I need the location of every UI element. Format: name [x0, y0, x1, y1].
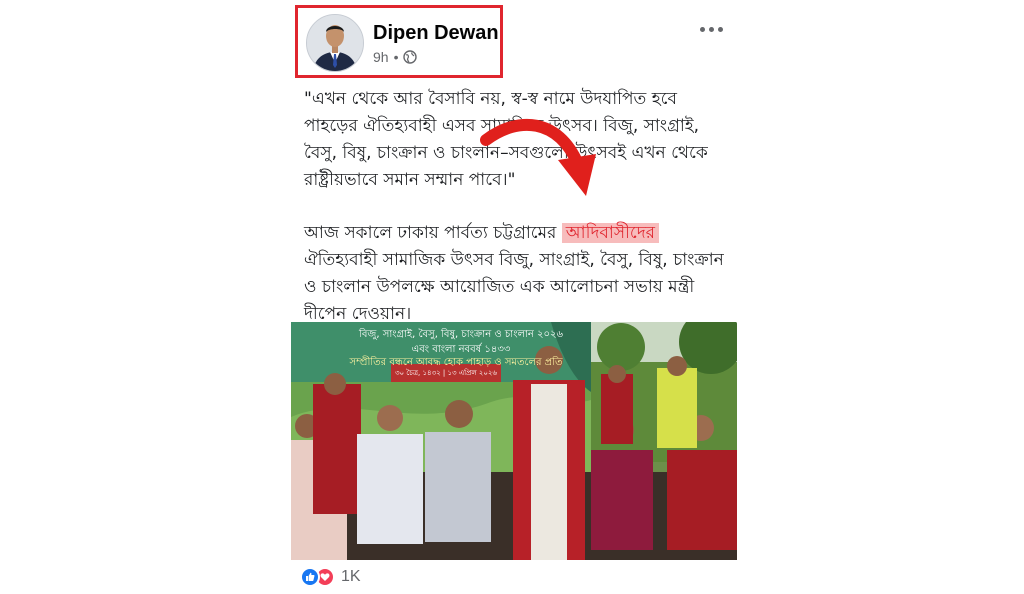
more-options-button[interactable]: [694, 16, 728, 42]
author-header-highlight: Dipen Dewan 9h •: [295, 5, 503, 78]
post-body: "এখন থেকে আর বৈসাবি নয়, স্ব-স্ব নামে উদ…: [304, 86, 734, 328]
author-name[interactable]: Dipen Dewan: [373, 22, 499, 45]
avatar[interactable]: [306, 14, 364, 72]
reaction-count[interactable]: 1K: [341, 568, 361, 586]
more-horizontal-icon: [699, 26, 705, 32]
banner-date: ৩০ চৈত্র, ১৪৩২ | ১৩ এপ্রিল ২০২৬: [394, 369, 498, 377]
post-meta: 9h •: [373, 49, 418, 65]
reaction-summary[interactable]: 1K: [300, 567, 361, 587]
paragraph-rest: ঐতিহ্যবাহী সামাজিক উৎসব বিজু, সাংগ্রাই, …: [304, 250, 724, 324]
post-time[interactable]: 9h: [373, 49, 389, 65]
globe-icon[interactable]: [403, 50, 418, 64]
paragraph-start: আজ সকালে ঢাকায় পার্বত্য চট্টগ্রামের: [304, 223, 562, 243]
facebook-post: Dipen Dewan 9h • "এখন থেকে আর বৈসাবি নয়…: [288, 0, 740, 594]
post-quote: "এখন থেকে আর বৈসাবি নয়, স্ব-স্ব নামে উদ…: [304, 89, 708, 190]
highlighted-word: আদিবাসীদের: [561, 223, 660, 243]
post-paragraph: আজ সকালে ঢাকায় পার্বত্য চট্টগ্রামের আদি…: [304, 220, 734, 328]
like-icon: [300, 567, 320, 587]
post-photo[interactable]: বিজু, সাংগ্রাই, বৈসু, বিষু, চাংক্রান ও চ…: [291, 322, 737, 560]
meta-separator: •: [393, 49, 399, 65]
